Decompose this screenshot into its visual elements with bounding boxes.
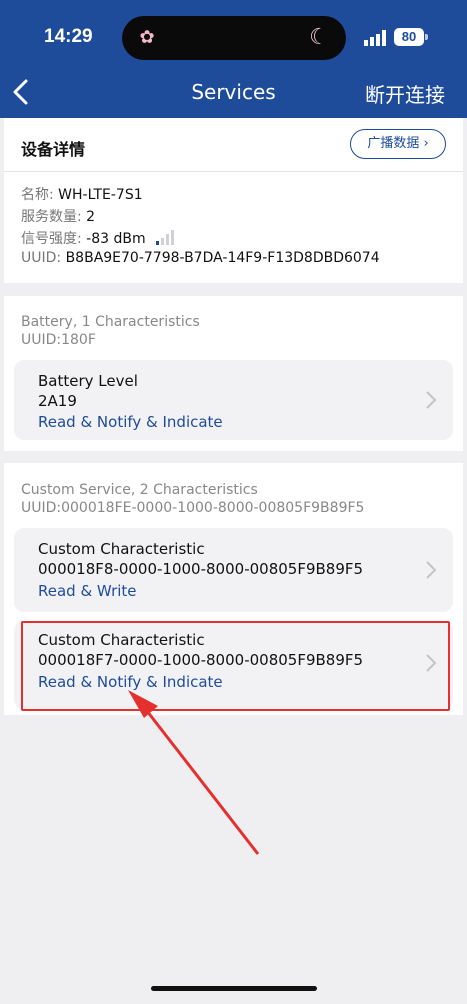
characteristic-name: Battery Level <box>38 372 138 390</box>
characteristic-properties: Read & Write <box>38 582 137 600</box>
service-header: Custom Service, 2 Characteristics <box>21 482 258 498</box>
characteristic-properties: Read & Notify & Indicate <box>38 413 223 431</box>
chevron-right-icon <box>426 561 437 579</box>
characteristic-uuid: 2A19 <box>38 392 77 410</box>
section-title: 设备详情 <box>21 140 86 159</box>
disconnect-button[interactable]: 断开连接 <box>365 79 445 108</box>
butterfly-icon: ✿ <box>139 27 155 48</box>
moon-icon: ☾ <box>309 25 329 50</box>
characteristic-item[interactable]: Battery Level 2A19 Read & Notify & Indic… <box>14 360 453 440</box>
device-name-label: 名称: <box>21 187 54 203</box>
service-count-row: 服务数量: 2 <box>21 206 95 226</box>
service-uuid: UUID:180F <box>21 332 96 348</box>
uuid-label: UUID: <box>21 250 62 266</box>
advertisement-data-button[interactable]: 广播数据 › <box>350 129 446 159</box>
rssi-label: 信号强度: <box>21 231 82 247</box>
home-indicator[interactable] <box>151 986 317 991</box>
battery-icon: 80 <box>394 28 424 46</box>
cellular-signal-icon <box>364 30 386 46</box>
device-details-card: 设备详情 广播数据 › 名称: WH-LTE-7S1 服务数量: 2 信号强度:… <box>4 118 463 283</box>
service-header: Battery, 1 Characteristics <box>21 314 200 330</box>
nav-header: 14:29 ✿ ☾ 80 Services 断开连接 <box>0 0 467 118</box>
highlight-box <box>21 621 450 711</box>
service-count-value: 2 <box>86 209 96 225</box>
service-uuid: UUID:000018FE-0000-1000-8000-00805F9B89F… <box>21 500 365 516</box>
signal-strength-icon <box>156 230 175 245</box>
device-name-value: WH-LTE-7S1 <box>58 187 143 203</box>
uuid-row: UUID: B8BA9E70-7798-B7DA-14F9-F13D8DBD60… <box>21 250 380 266</box>
rssi-row: 信号强度: -83 dBm <box>21 228 176 248</box>
chevron-right-icon: › <box>419 136 429 151</box>
divider <box>4 171 463 172</box>
uuid-value: B8BA9E70-7798-B7DA-14F9-F13D8DBD6074 <box>65 250 380 266</box>
characteristic-item[interactable]: Custom Characteristic 000018F8-0000-1000… <box>14 528 453 612</box>
service-section-battery: Battery, 1 Characteristics UUID:180F Bat… <box>4 296 463 451</box>
characteristic-uuid: 000018F8-0000-1000-8000-00805F9B89F5 <box>38 560 364 578</box>
dynamic-island: ✿ ☾ <box>122 16 346 60</box>
device-name-row: 名称: WH-LTE-7S1 <box>21 184 143 204</box>
status-time: 14:29 <box>44 26 93 47</box>
service-count-label: 服务数量: <box>21 209 82 225</box>
chevron-right-icon <box>426 391 437 409</box>
rssi-value: -83 dBm <box>86 231 146 247</box>
advertisement-data-label: 广播数据 <box>367 136 420 151</box>
characteristic-name: Custom Characteristic <box>38 540 205 558</box>
battery-tip <box>425 34 428 40</box>
